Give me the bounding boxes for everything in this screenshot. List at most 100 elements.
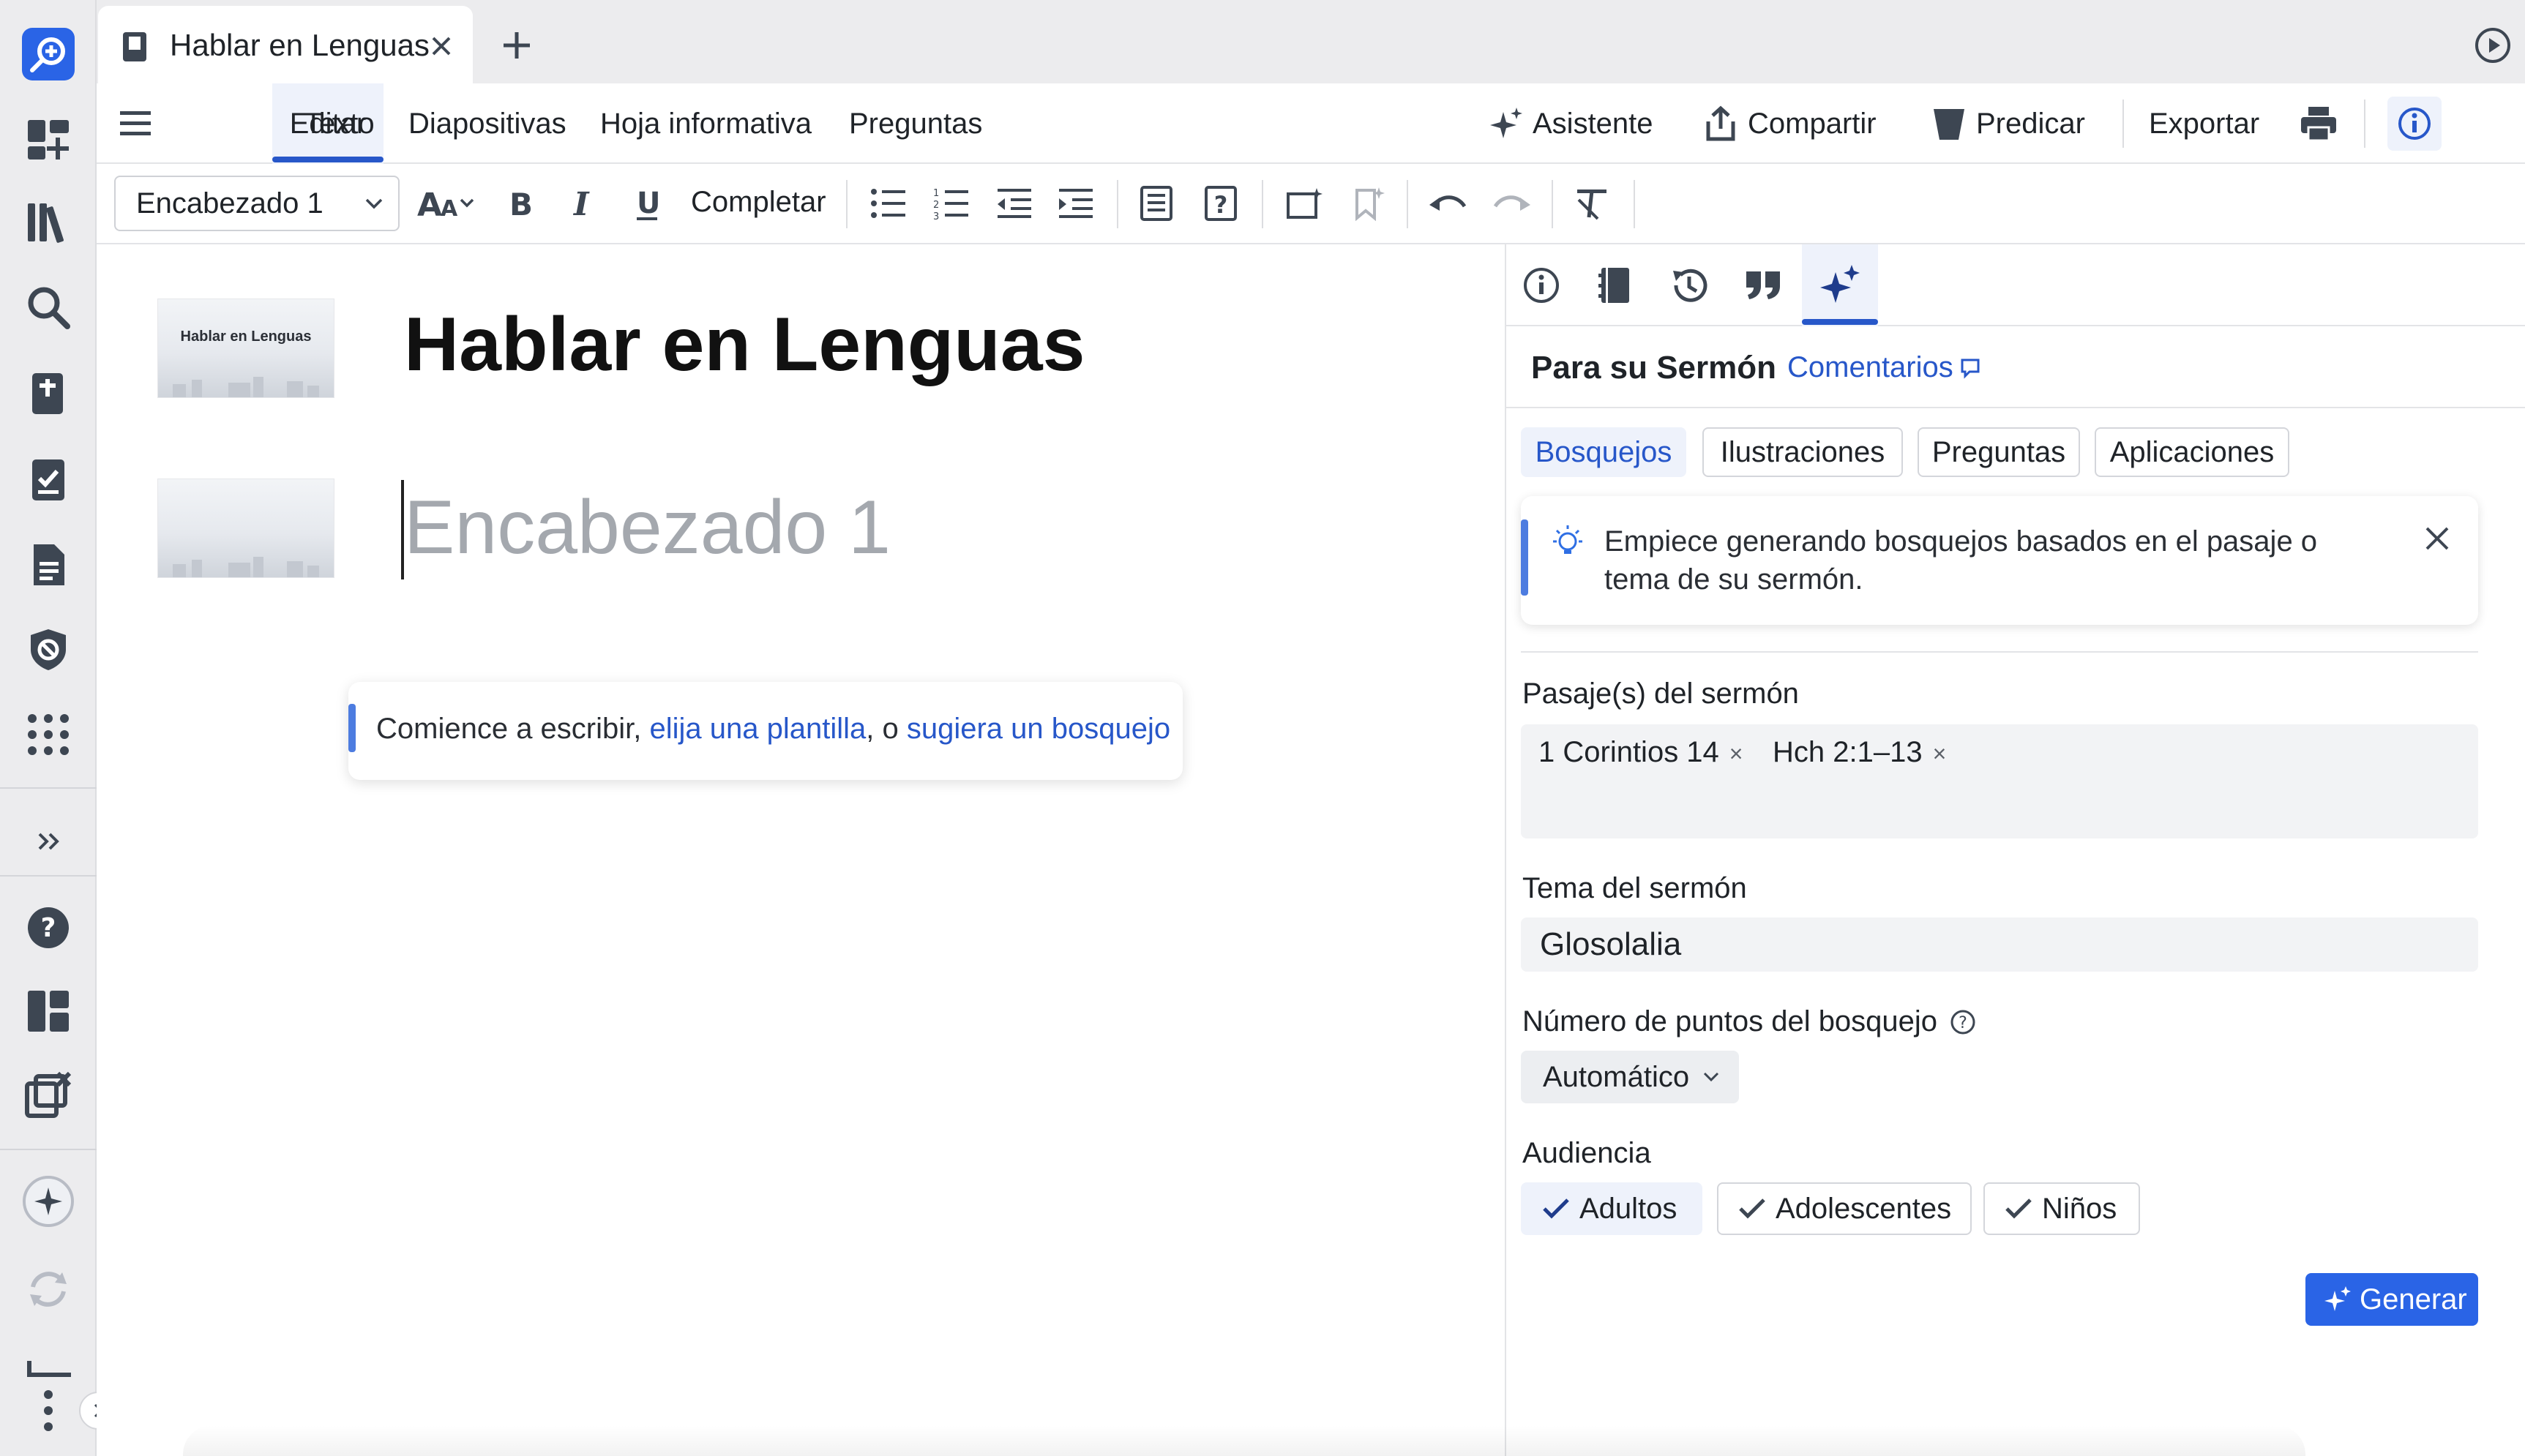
title-slide-thumbnail[interactable]: Hablar en Lenguas — [157, 299, 334, 398]
shield-icon[interactable] — [15, 616, 82, 683]
choose-template-link[interactable]: elija una plantilla — [649, 713, 866, 745]
panel-divider — [1521, 651, 2478, 653]
asistente-button[interactable]: Asistente — [1489, 104, 1653, 143]
suggest-outline-link[interactable]: sugiera un bosquejo — [907, 713, 1170, 745]
outdent-button[interactable] — [992, 181, 1036, 225]
apps-grid-icon[interactable] — [15, 701, 82, 768]
remove-chip-icon[interactable]: × — [1933, 740, 1947, 767]
passage-chip[interactable]: Hch 2:1–13 × — [1773, 732, 1946, 773]
insert-question-button[interactable]: ? — [1199, 181, 1243, 225]
passages-input[interactable]: 1 Corintios 14 × Hch 2:1–13 × — [1521, 724, 2478, 838]
subtab-bosquejos[interactable]: Bosquejos — [1521, 427, 1686, 477]
points-select[interactable]: Automático — [1521, 1051, 1739, 1103]
audience-ninos[interactable]: Niños — [1983, 1182, 2140, 1235]
check-icon — [1543, 1198, 1569, 1219]
print-icon[interactable] — [2300, 105, 2338, 142]
bible-icon[interactable] — [15, 360, 82, 427]
more-icon[interactable] — [15, 1377, 82, 1444]
audience-label: Audiencia — [1522, 1137, 1651, 1169]
bullet-list-button[interactable] — [867, 181, 910, 225]
svg-text:B: B — [509, 187, 533, 221]
panel-tab-quotes[interactable] — [1727, 249, 1800, 322]
library-icon[interactable] — [15, 189, 82, 256]
help-icon[interactable]: ? — [15, 894, 82, 961]
question-block-icon: ? — [1205, 186, 1237, 221]
new-tab-icon[interactable] — [501, 29, 533, 61]
menu-texto[interactable]: Texto — [304, 83, 375, 164]
generate-button[interactable]: Generar — [2305, 1273, 2478, 1326]
close-panels-icon[interactable] — [15, 1061, 82, 1128]
tab-title: Hablar en Lenguas — [170, 28, 430, 62]
hamburger-menu-icon[interactable] — [119, 108, 152, 138]
lightbulb-icon — [1553, 525, 1582, 554]
topic-label: Tema del sermón — [1522, 872, 1747, 904]
numbered-list-button[interactable]: 123 — [929, 181, 973, 225]
checklist-icon[interactable] — [15, 446, 82, 514]
sparkle-icon — [1490, 108, 1522, 138]
document-tab[interactable]: Hablar en Lenguas — [98, 6, 473, 83]
subtab-preguntas[interactable]: Preguntas — [1918, 427, 2080, 477]
document-icon[interactable] — [15, 531, 82, 598]
remove-chip-icon[interactable]: × — [1729, 740, 1743, 767]
play-icon[interactable] — [2474, 26, 2512, 64]
editor-area[interactable] — [97, 244, 1505, 1456]
bookmark-button[interactable] — [1347, 181, 1391, 225]
panel-tab-history[interactable] — [1653, 249, 1726, 322]
insert-slide-button[interactable] — [1282, 181, 1326, 225]
paragraph-style-select[interactable]: Encabezado 1 — [114, 176, 400, 231]
font-size-button[interactable]: AA — [416, 181, 483, 225]
logo-search-icon[interactable] — [15, 20, 82, 88]
notebook-icon — [1598, 268, 1629, 303]
heading-placeholder[interactable]: Encabezado 1 — [404, 484, 891, 571]
bookmark-add-icon — [1355, 187, 1385, 221]
bold-button[interactable]: B — [498, 181, 542, 225]
predicar-button[interactable]: Predicar — [1932, 104, 2085, 143]
redo-button[interactable] — [1490, 181, 1534, 225]
layout-icon[interactable] — [15, 977, 82, 1045]
close-icon[interactable] — [2424, 525, 2450, 552]
audience-label-ninos: Niños — [2042, 1192, 2117, 1225]
passages-label: Pasaje(s) del sermón — [1522, 678, 1799, 710]
info-button[interactable] — [2387, 97, 2442, 151]
numbered-list-icon: 123 — [933, 188, 968, 220]
panel-tab-info[interactable] — [1505, 249, 1578, 322]
audience-adolescentes[interactable]: Adolescentes — [1717, 1182, 1972, 1235]
svg-text:I: I — [572, 186, 590, 221]
heading-slide-thumbnail[interactable] — [157, 479, 334, 578]
points-label-row: Número de puntos del bosquejo ? — [1522, 1005, 1977, 1038]
undo-button[interactable] — [1426, 181, 1470, 225]
menu-diapositivas[interactable]: Diapositivas — [408, 83, 566, 164]
topic-input[interactable]: Glosolalia — [1521, 917, 2478, 972]
close-tab-icon[interactable] — [430, 35, 452, 57]
help-icon[interactable]: ? — [1949, 1008, 1977, 1036]
add-panel-icon[interactable] — [15, 105, 82, 173]
menu-preguntas[interactable]: Preguntas — [849, 83, 982, 164]
indent-button[interactable] — [1054, 181, 1098, 225]
generate-tip-card: Empiece generando bosquejos basados en e… — [1521, 496, 2478, 625]
expand-rail-icon[interactable] — [15, 808, 82, 875]
panel-tab-ai[interactable] — [1803, 249, 1877, 322]
italic-button[interactable]: I — [561, 181, 605, 225]
audience-adultos[interactable]: Adultos — [1521, 1182, 1702, 1235]
completar-button[interactable]: Completar — [691, 186, 826, 219]
rail-divider — [0, 875, 97, 877]
exportar-button[interactable]: Exportar — [2149, 83, 2259, 164]
subtab-ilustraciones[interactable]: Ilustraciones — [1702, 427, 1903, 477]
document-title[interactable]: Hablar en Lenguas — [404, 301, 1085, 389]
insert-block-button[interactable] — [1134, 181, 1178, 225]
search-icon[interactable] — [15, 274, 82, 341]
menu-hoja-informativa[interactable]: Hoja informativa — [600, 83, 812, 164]
subtab-aplicaciones[interactable]: Aplicaciones — [2095, 427, 2289, 477]
city-skyline-image — [173, 557, 319, 577]
panel-tab-notebook[interactable] — [1578, 249, 1651, 322]
clear-format-button[interactable] — [1571, 181, 1615, 225]
feedback-link[interactable]: Comentarios — [1787, 351, 1981, 384]
thumbnail-title: Hablar en Lenguas — [180, 329, 312, 345]
passage-chip[interactable]: 1 Corintios 14 × — [1538, 732, 1743, 773]
tip-accent-bar — [1521, 519, 1528, 596]
compartir-button[interactable]: Compartir — [1704, 104, 1877, 143]
toolbar-divider — [1117, 180, 1118, 228]
ai-sparkle-icon[interactable] — [15, 1168, 82, 1235]
underline-button[interactable]: U — [625, 181, 669, 225]
sync-icon[interactable] — [15, 1256, 82, 1323]
